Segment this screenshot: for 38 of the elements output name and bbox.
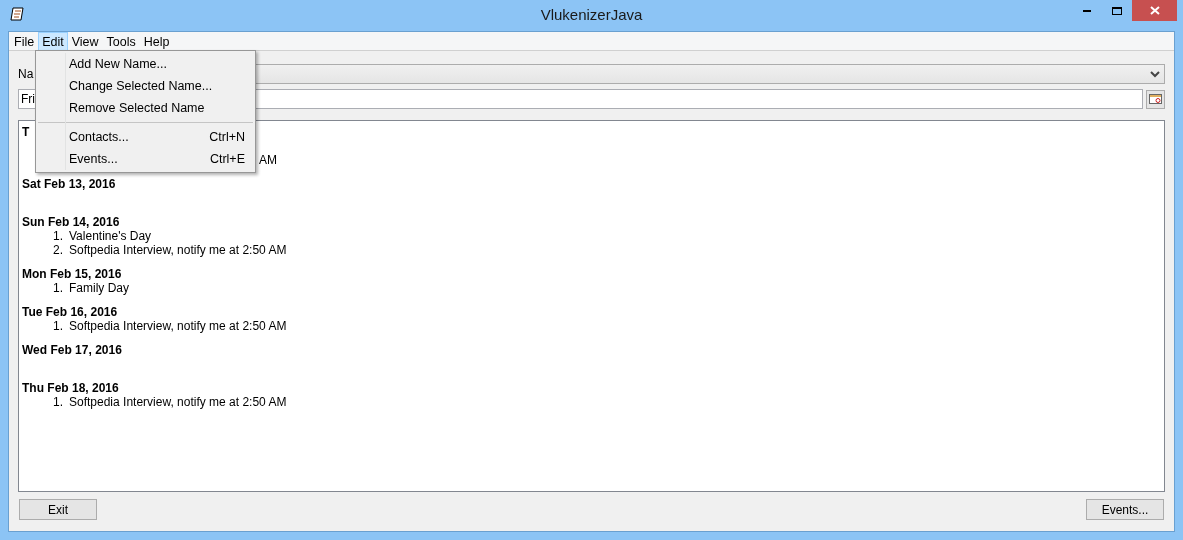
menu-item[interactable]: Edit <box>38 31 68 51</box>
list-number: 1. <box>52 281 64 295</box>
window-title: VlukenizerJava <box>540 5 643 26</box>
menu-option[interactable]: Contacts... Ctrl+N <box>36 126 255 148</box>
name-label: Na <box>18 66 35 83</box>
day-heading: T <box>22 125 30 139</box>
menu-item[interactable]: View <box>67 31 103 51</box>
menu-item[interactable]: Tools <box>102 31 140 51</box>
calendar-button[interactable] <box>1146 89 1165 109</box>
chevron-icon <box>1150 70 1160 78</box>
event-text: Softpedia Interview, notify me at 2:50 AM <box>69 319 287 333</box>
day-heading: Sat Feb 13, 2016 <box>22 177 116 191</box>
list-number: 1. <box>52 229 64 243</box>
notepad-icon <box>10 5 26 23</box>
day-heading: Tue Feb 16, 2016 <box>22 305 118 319</box>
menu-item[interactable]: File <box>10 31 39 51</box>
menu-option[interactable]: Add New Name... <box>36 53 255 75</box>
close-button[interactable] <box>1132 0 1177 21</box>
list-number: 2. <box>52 243 64 257</box>
event-text: Valentine's Day <box>69 229 152 243</box>
list-number: 1. <box>52 319 64 333</box>
day-heading: Wed Feb 17, 2016 <box>22 343 122 357</box>
menu-item[interactable]: Help <box>139 31 174 51</box>
events-button[interactable]: Events... <box>1086 499 1164 520</box>
calendar-icon <box>1149 94 1162 104</box>
event-text: AM <box>259 153 277 167</box>
event-text: Softpedia Interview, notify me at 2:50 AM <box>69 395 287 409</box>
exit-button[interactable]: Exit <box>19 499 97 520</box>
list-number: 1. <box>52 395 64 409</box>
menu-option[interactable]: Events... Ctrl+E <box>36 148 255 170</box>
event-text: Family Day <box>69 281 129 295</box>
event-text: Softpedia Interview, notify me at 2:50 AM <box>69 243 287 257</box>
day-heading: Thu Feb 18, 2016 <box>22 381 119 395</box>
minimize-icon <box>1083 9 1091 12</box>
day-heading: Sun Feb 14, 2016 <box>22 215 120 229</box>
maximize-icon <box>1112 6 1122 15</box>
day-heading: Mon Feb 15, 2016 <box>22 267 122 281</box>
close-icon <box>1149 6 1160 15</box>
